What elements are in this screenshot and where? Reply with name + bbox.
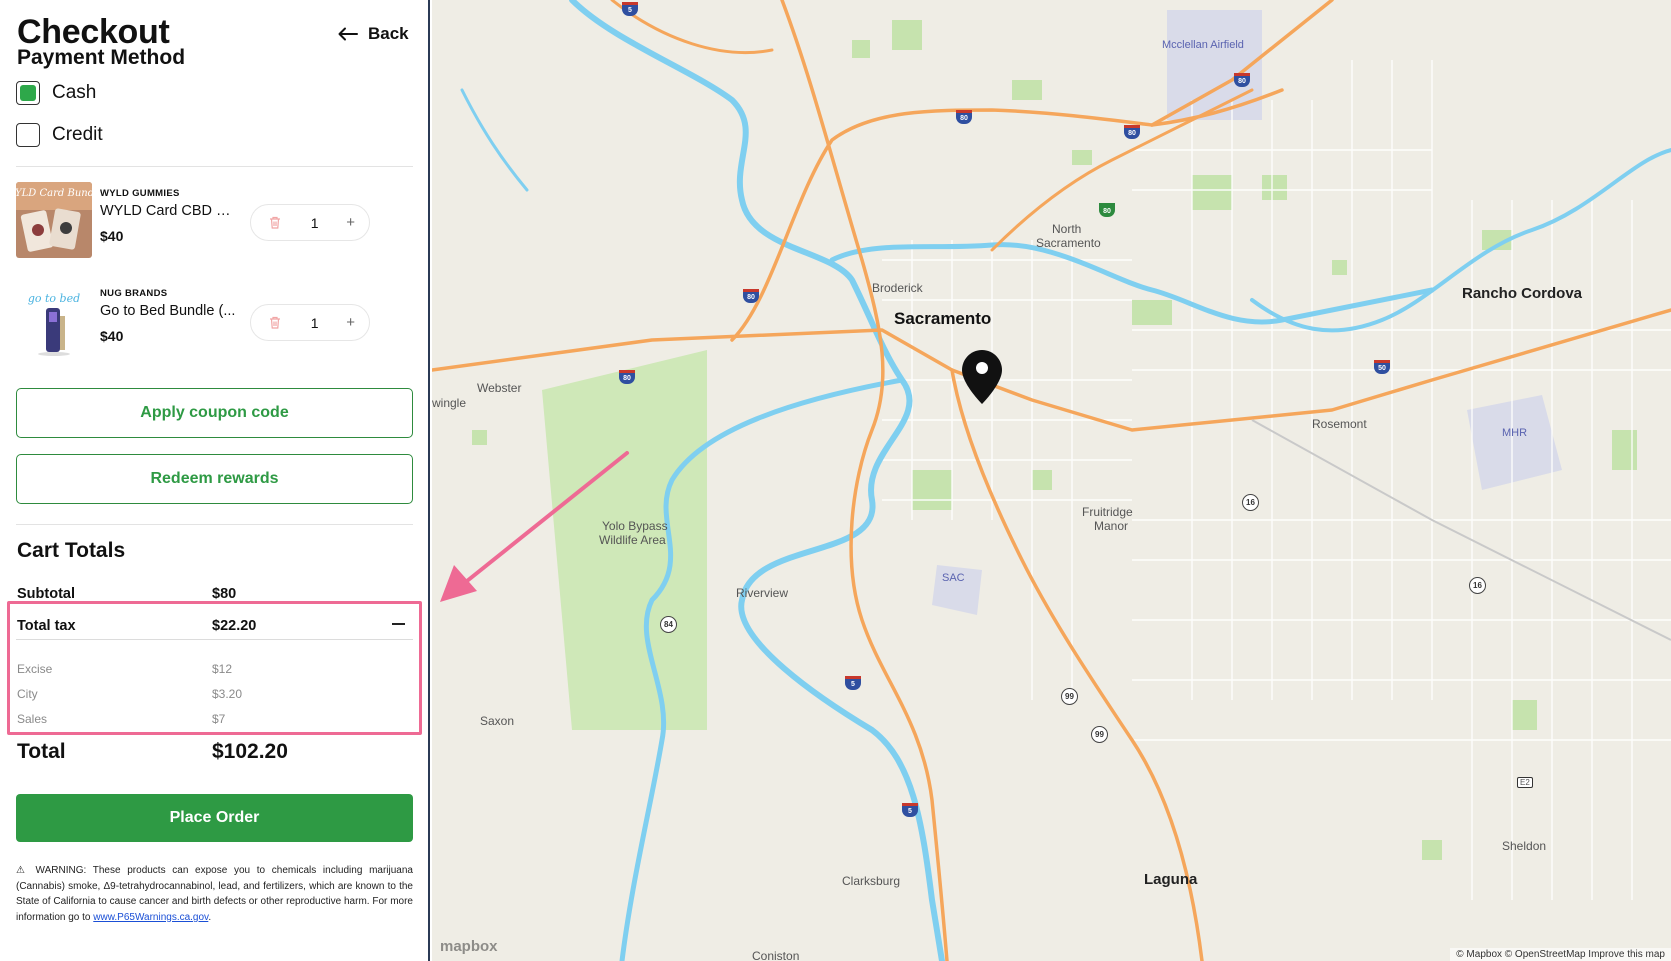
quantity-stepper: 1 + xyxy=(250,304,370,341)
map-label-fruitridge: Fruitridge xyxy=(1082,505,1133,519)
quantity-stepper: 1 + xyxy=(250,204,370,241)
warning-text: ⚠ WARNING: These products can expose you… xyxy=(16,865,413,923)
map-label-mcclellan: Mcclellan Airfield xyxy=(1162,39,1244,51)
redeem-rewards-button[interactable]: Redeem rewards xyxy=(16,454,413,504)
map-label-laguna: Laguna xyxy=(1144,871,1198,888)
route-99-marker: 99 xyxy=(1091,726,1108,743)
place-order-button[interactable]: Place Order xyxy=(16,794,413,842)
product-image: go to bed xyxy=(16,282,92,358)
route-16-road xyxy=(1251,419,1671,641)
map-label-north-sacramento: North xyxy=(1052,222,1082,236)
credit-checkbox[interactable] xyxy=(16,123,40,147)
interstate-80-shield: 80 xyxy=(1124,125,1140,139)
p65-link[interactable]: www.P65Warnings.ca.gov xyxy=(93,912,208,923)
route-99-marker: 99 xyxy=(1061,688,1078,705)
map-label-north-sacramento-2: Sacramento xyxy=(1036,236,1101,250)
warning-suffix: . xyxy=(208,911,212,923)
interstate-80-shield: 80 xyxy=(1234,73,1250,87)
business-80-shield: 80 xyxy=(1099,203,1115,217)
cart-item: go to bed NUG BRANDS Go to Bed Bundle (.… xyxy=(16,282,413,358)
prop65-warning: ⚠ WARNING: These products can expose you… xyxy=(16,863,413,925)
back-button[interactable]: Back xyxy=(338,20,409,48)
location-pin-icon[interactable] xyxy=(962,350,1002,404)
trash-icon[interactable] xyxy=(267,215,283,231)
interstate-80-shield: 80 xyxy=(619,370,635,384)
plus-icon[interactable]: + xyxy=(346,315,355,330)
interstate-5-shield: 5 xyxy=(845,676,861,690)
payment-option-cash[interactable]: Cash xyxy=(16,80,96,106)
map-label-webster: Webster xyxy=(477,381,522,395)
map-label-wingle: wingle xyxy=(432,396,467,410)
total-value: $102.20 xyxy=(212,740,288,763)
trash-icon[interactable] xyxy=(267,315,283,331)
divider xyxy=(16,524,413,525)
route-16-marker: 16 xyxy=(1469,577,1486,594)
back-label: Back xyxy=(368,24,409,43)
annotation-arrow xyxy=(440,451,629,602)
us-50-shield: 50 xyxy=(1374,360,1390,374)
quantity-value: 1 xyxy=(310,314,319,331)
item-name[interactable]: WYLD Card CBD Gu... xyxy=(100,203,240,219)
map-label-saxon: Saxon xyxy=(480,714,515,728)
arrow-left-icon xyxy=(338,27,358,41)
apply-coupon-button[interactable]: Apply coupon code xyxy=(16,388,413,438)
plus-icon[interactable]: + xyxy=(346,215,355,230)
map-label-riverview: Riverview xyxy=(736,586,789,600)
route-84-marker: 84 xyxy=(660,616,677,633)
map-label-sac-airport: SAC xyxy=(942,572,965,584)
item-name[interactable]: Go to Bed Bundle (... xyxy=(100,303,240,319)
route-16-marker: 16 xyxy=(1242,494,1259,511)
interstate-80-shield: 80 xyxy=(743,289,759,303)
product-image: WYLD Card Bundle xyxy=(16,182,92,258)
quantity-value: 1 xyxy=(310,214,319,231)
thumb-label: go to bed xyxy=(28,292,80,305)
mapbox-logo[interactable]: mapbox xyxy=(440,938,498,955)
cash-label: Cash xyxy=(52,82,97,103)
map-view[interactable]: Sacramento Rancho Cordova North Sacramen… xyxy=(432,0,1671,961)
total-label: Total xyxy=(17,740,66,763)
map-label-coniston: Coniston xyxy=(752,949,800,961)
interstate-5-shield: 5 xyxy=(902,803,918,817)
route-e2-marker: E2 xyxy=(1517,777,1533,788)
interstate-80-shield: 80 xyxy=(956,110,972,124)
cart-item: WYLD Card Bundle WYLD GUMMIES WYLD Card … xyxy=(16,182,413,258)
page-title: Checkout xyxy=(17,13,170,51)
payment-option-credit[interactable]: Credit xyxy=(16,122,103,148)
divider xyxy=(16,166,413,167)
item-price: $40 xyxy=(100,228,124,244)
thumb-label: WYLD Card Bundle xyxy=(16,188,92,199)
item-brand: NUG BRANDS xyxy=(100,288,168,299)
subtotal-value: $80 xyxy=(212,586,237,602)
mhr-airport-area xyxy=(1467,395,1562,490)
item-brand: WYLD GUMMIES xyxy=(100,188,180,199)
map-attribution[interactable]: © Mapbox © OpenStreetMap Improve this ma… xyxy=(1450,948,1671,961)
map-label-rancho-cordova: Rancho Cordova xyxy=(1462,285,1583,302)
checkout-panel: Checkout Payment Method Back Cash Credit… xyxy=(0,0,430,961)
map-label-broderick: Broderick xyxy=(872,281,923,295)
subtotal-label: Subtotal xyxy=(17,586,75,602)
map-label-rosemont: Rosemont xyxy=(1312,417,1367,431)
map-label-sacramento: Sacramento xyxy=(894,309,992,328)
map-label-sheldon: Sheldon xyxy=(1502,839,1547,853)
interstate-5-shield: 5 xyxy=(622,2,638,16)
cash-checkbox[interactable] xyxy=(16,81,40,105)
map-label-manor: Manor xyxy=(1094,519,1129,533)
map-label-mhr-airport: MHR xyxy=(1502,427,1528,439)
map-label-clarksburg: Clarksburg xyxy=(842,874,901,888)
tax-highlight-box xyxy=(7,601,422,735)
payment-method-heading: Payment Method xyxy=(17,46,186,69)
credit-label: Credit xyxy=(52,124,103,145)
cart-totals-heading: Cart Totals xyxy=(17,539,126,562)
item-price: $40 xyxy=(100,328,124,344)
